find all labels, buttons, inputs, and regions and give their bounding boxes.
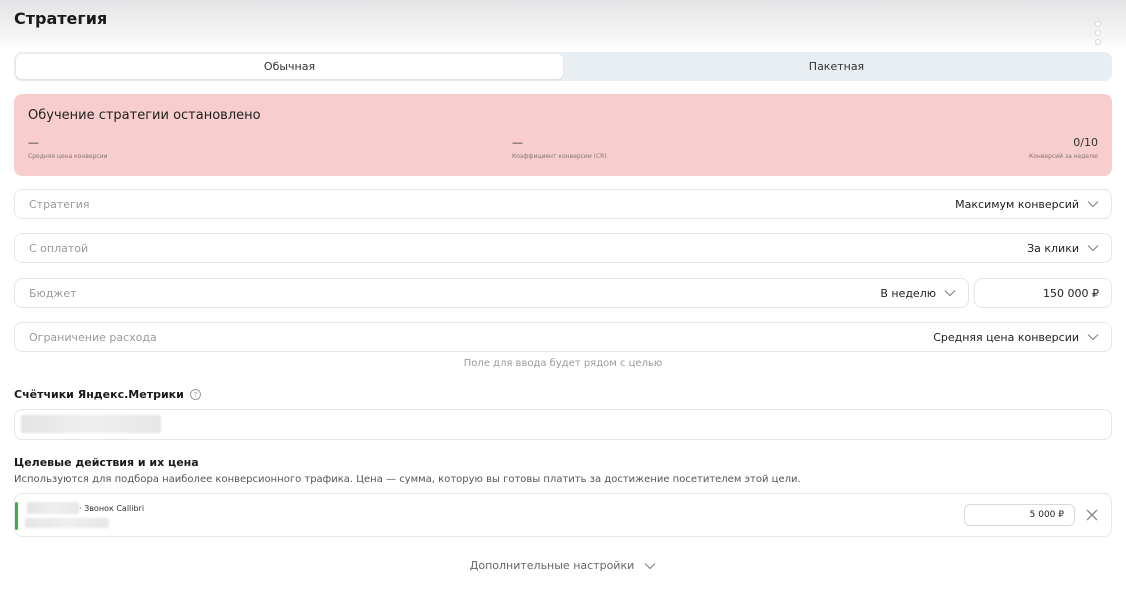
goal-status-bar: [15, 502, 18, 530]
close-icon[interactable]: [1085, 508, 1099, 522]
chevron-down-icon: [1087, 201, 1099, 208]
strategy-select[interactable]: Стратегия Максимум конверсий: [14, 189, 1112, 219]
metrika-counter-input[interactable]: [14, 409, 1112, 440]
budget-period-value: В неделю: [880, 286, 936, 300]
alert-title: Обучение стратегии остановлено: [28, 108, 261, 123]
learning-stopped-alert: Обучение стратегии остановлено — Средняя…: [14, 94, 1112, 176]
budget-amount-input[interactable]: 150 000 ₽: [974, 278, 1112, 308]
metric-value: 0/10: [1073, 136, 1098, 149]
redacted-goal-subtitle: [25, 518, 109, 528]
metric-label: Конверсий за неделю: [1028, 153, 1098, 160]
payment-value: За клики: [1027, 241, 1079, 255]
goal-name: · Звонок Callibri: [79, 504, 145, 513]
goal-price-input[interactable]: 5 000 ₽: [964, 504, 1075, 526]
metrika-title-text: Счётчики Яндекс.Метрики: [14, 388, 184, 401]
metric-conversion-rate: — Коэффициент конверсии (CR): [512, 136, 607, 160]
budget-label: Бюджет: [29, 286, 77, 300]
help-icon[interactable]: ?: [189, 389, 201, 400]
metric-label: Средняя цена конверсии: [28, 153, 108, 160]
metric-value: —: [28, 136, 39, 149]
goals-section-title: Целевые действия и их цена: [14, 456, 199, 469]
budget-period-select[interactable]: Бюджет В неделю: [14, 278, 969, 308]
page-title: Стратегия: [14, 9, 108, 28]
strategy-value: Максимум конверсий: [955, 197, 1079, 211]
strategy-label: Стратегия: [29, 197, 90, 211]
tab-regular[interactable]: Обычная: [16, 54, 563, 79]
chevron-down-icon: [1087, 245, 1099, 252]
chevron-down-icon: [644, 562, 656, 569]
metrika-section-title: Счётчики Яндекс.Метрики ?: [14, 388, 201, 401]
spend-limit-value: Средняя цена конверсии: [933, 330, 1079, 344]
payment-type-select[interactable]: С оплатой За клики: [14, 233, 1112, 263]
goals-description: Используются для подбора наиболее конвер…: [14, 474, 801, 485]
redacted-goal-id: [27, 502, 79, 514]
tab-package[interactable]: Пакетная: [563, 54, 1110, 79]
additional-settings-label: Дополнительные настройки: [469, 559, 635, 572]
goal-item: · Звонок Callibri 5 000 ₽: [14, 493, 1112, 537]
more-vertical-icon[interactable]: [1094, 22, 1102, 44]
metric-label: Коэффициент конверсии (CR): [512, 153, 607, 160]
header-background: [0, 0, 1126, 50]
spend-limit-hint: Поле для ввода будет рядом с целью: [463, 358, 663, 369]
metric-avg-conversion-price: — Средняя цена конверсии: [28, 136, 108, 160]
chevron-down-icon: [1087, 334, 1099, 341]
payment-label: С оплатой: [29, 241, 89, 255]
spend-limit-select[interactable]: Ограничение расхода Средняя цена конверс…: [14, 322, 1112, 352]
redacted-counter: [21, 415, 161, 433]
metric-weekly-conversions: 0/10 Конверсий за неделю: [1029, 136, 1098, 160]
chevron-down-icon: [944, 290, 956, 297]
strategy-mode-tabs: Обычная Пакетная: [14, 52, 1112, 81]
spend-limit-label: Ограничение расхода: [29, 330, 157, 344]
metric-value: —: [512, 136, 523, 149]
additional-settings-toggle[interactable]: Дополнительные настройки: [0, 559, 1126, 572]
